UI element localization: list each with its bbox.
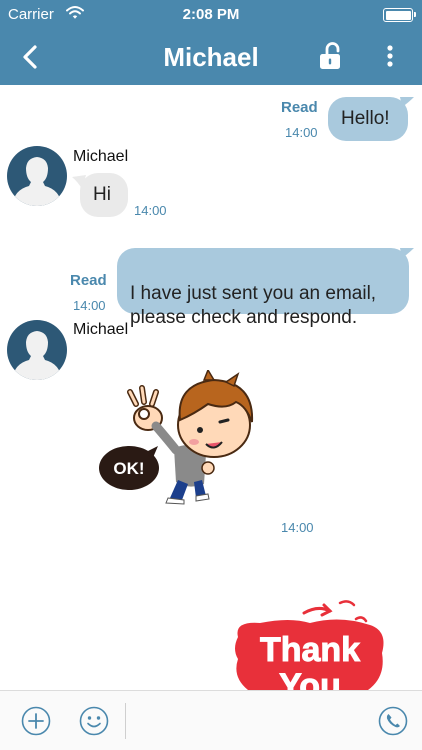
message-timestamp: 14:00 (285, 125, 318, 140)
sticker-text-line1: Thank (260, 631, 360, 669)
avatar[interactable] (7, 320, 67, 380)
message-timestamp: 14:00 (134, 203, 167, 218)
battery-icon (383, 8, 416, 22)
sender-name: Michael (73, 321, 129, 338)
phone-icon[interactable] (378, 706, 408, 736)
ok-sticker[interactable]: OK! (96, 370, 266, 510)
bubble-tail (400, 248, 414, 258)
status-time: 2:08 PM (182, 6, 240, 23)
message-timestamp: 14:00 (73, 298, 106, 313)
avatar[interactable] (7, 146, 67, 206)
read-receipt: Read (281, 99, 318, 116)
default-avatar-icon (7, 320, 67, 380)
sender-name: Michael (73, 148, 129, 165)
message-bubble[interactable]: I have just sent you an email, please ch… (117, 248, 409, 328)
default-avatar-icon (7, 146, 67, 206)
chat-area[interactable]: Hello! Read 14:00 Michael Hi 14:00 I hav… (0, 85, 422, 690)
sticker-text: OK! (113, 459, 144, 478)
message-bubble[interactable]: Hi (80, 173, 128, 217)
unlocked-padlock-icon[interactable] (316, 41, 344, 71)
plus-circle-icon[interactable] (21, 706, 51, 736)
input-divider (125, 703, 126, 739)
vertical-ellipsis-icon[interactable] (380, 43, 400, 69)
battery-fill (385, 10, 411, 20)
smiley-icon[interactable] (79, 706, 109, 736)
nav-bar: Michael (0, 30, 422, 85)
message-text: Hello! (341, 108, 390, 129)
message-timestamp: 14:00 (281, 520, 314, 535)
message-bubble[interactable]: Hello! (328, 97, 408, 141)
chat-title: Michael (163, 42, 259, 72)
message-text: Hi (93, 184, 111, 205)
input-bar (0, 690, 422, 750)
status-bar: Carrier 2:08 PM (0, 0, 422, 30)
thank-you-sticker[interactable]: Thank You (230, 597, 390, 690)
bubble-tail (400, 97, 414, 107)
message-text: I have just sent you an email, please ch… (130, 283, 377, 328)
message-input[interactable] (132, 701, 368, 741)
sticker-text-line2: You (279, 667, 341, 690)
read-receipt: Read (70, 272, 107, 289)
